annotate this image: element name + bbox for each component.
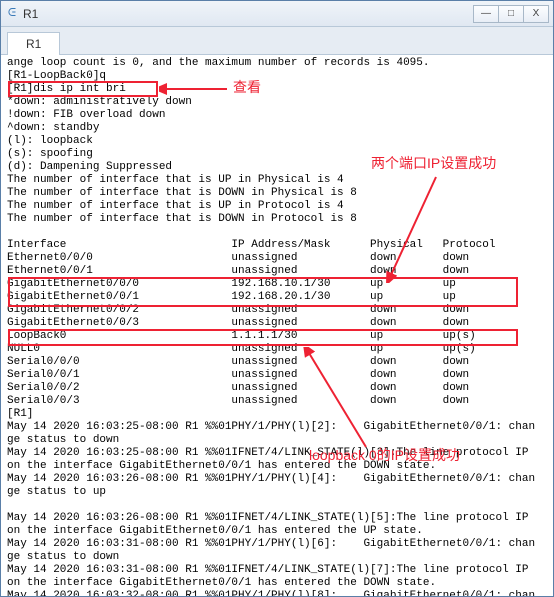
titlebar[interactable]: ᕮ R1 — □ X — [1, 1, 553, 27]
minimize-button[interactable]: — — [473, 5, 499, 23]
window-buttons: — □ X — [473, 5, 549, 23]
app-icon: ᕮ — [5, 7, 19, 21]
terminal-viewport[interactable]: ange loop count is 0, and the maximum nu… — [1, 55, 553, 596]
terminal-output: ange loop count is 0, and the maximum nu… — [1, 55, 553, 596]
close-button[interactable]: X — [523, 5, 549, 23]
tab-bar: R1 — [1, 27, 553, 55]
window-title: R1 — [23, 7, 473, 21]
tab-r1[interactable]: R1 — [7, 32, 60, 56]
maximize-button[interactable]: □ — [498, 5, 524, 23]
window-frame: ᕮ R1 — □ X R1 ange loop count is 0, and … — [0, 0, 554, 597]
